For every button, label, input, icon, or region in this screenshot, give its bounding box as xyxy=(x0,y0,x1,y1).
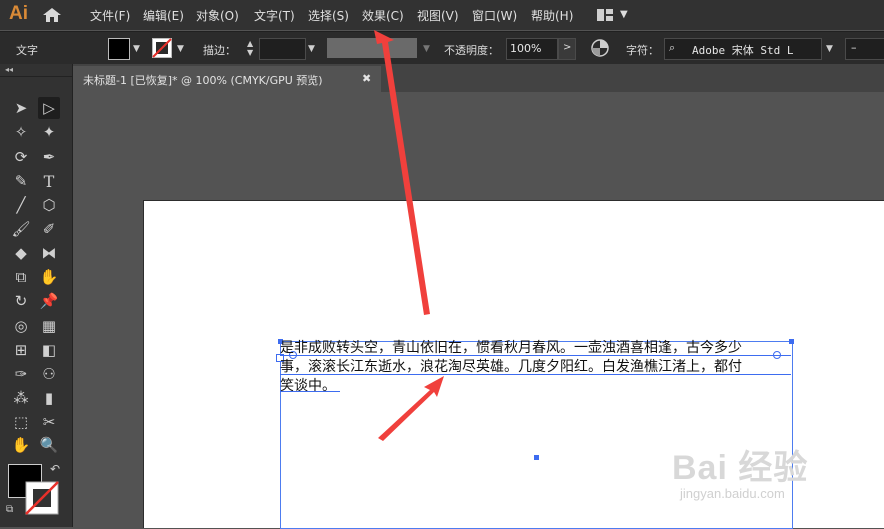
direct-selection-tool-icon[interactable]: ▷ xyxy=(38,97,60,119)
stroke-weight-input[interactable] xyxy=(259,38,306,60)
tool-label: 文字 xyxy=(16,44,38,57)
blend-tool-icon[interactable]: ⚇ xyxy=(38,363,60,385)
font-family-value: Adobe 宋体 Std L xyxy=(692,44,794,57)
chevron-down-icon[interactable]: ▼ xyxy=(308,44,315,54)
text-baseline xyxy=(280,355,791,356)
watermark-logo: Bai 经验 xyxy=(672,449,809,487)
close-icon[interactable]: ✖ xyxy=(362,72,371,85)
stroke-color-box-icon[interactable] xyxy=(25,481,59,515)
fill-swatch[interactable] xyxy=(108,38,130,60)
opacity-value: 100% xyxy=(510,42,542,55)
eyedropper-tool-icon[interactable]: ✑ xyxy=(10,363,32,385)
chevron-right-icon: > xyxy=(563,42,572,53)
opacity-label: 不透明度： xyxy=(444,44,499,57)
zoom-tool-icon[interactable]: 🔍 xyxy=(38,434,60,456)
pen-tool-icon[interactable]: ✒ xyxy=(38,146,60,168)
text-baseline xyxy=(280,391,340,392)
swap-colors-icon[interactable]: ↶ xyxy=(50,462,60,476)
artboard-tool-icon[interactable]: ⬚ xyxy=(10,411,32,433)
slice-tool-icon[interactable]: ✂ xyxy=(38,411,60,433)
menu-file[interactable]: 文件(F) xyxy=(90,7,130,24)
chevron-down-icon[interactable]: ▼ xyxy=(423,44,430,54)
menu-help[interactable]: 帮助(H) xyxy=(531,7,573,24)
paintbrush-tool-icon[interactable]: 🖌 xyxy=(10,218,32,240)
hand-tool-icon[interactable]: ✋ xyxy=(10,434,32,456)
stroke-label: 描边： xyxy=(203,44,236,57)
reflect-tool-icon[interactable]: ⧓ xyxy=(38,242,60,264)
chevron-down-icon[interactable]: ▼ xyxy=(177,44,184,54)
column-graph-icon[interactable]: ▮ xyxy=(38,387,60,409)
blob-brush-icon[interactable]: ✐ xyxy=(38,218,60,240)
lasso-wand-icon[interactable]: ✦ xyxy=(38,121,60,143)
menu-object[interactable]: 对象(O) xyxy=(196,7,239,24)
curvature-tool-icon[interactable]: ✎ xyxy=(10,170,32,192)
panel-divider xyxy=(0,76,72,77)
text-baseline xyxy=(280,374,791,375)
perspective-grid-icon[interactable]: ▦ xyxy=(38,315,60,337)
menu-bar: Ai 文件(F) 编辑(E) 对象(O) 文字(T) 选择(S) 效果(C) 视… xyxy=(0,0,884,30)
shaper-tool-icon[interactable]: ◆ xyxy=(10,242,32,264)
character-label: 字符： xyxy=(626,44,659,57)
chevron-down-icon[interactable]: ▼ xyxy=(133,44,140,54)
default-colors-icon[interactable]: ⧉ xyxy=(6,504,13,515)
document-tab-title: 未标题-1 [已恢复]* @ 100% (CMYK/GPU 预览) xyxy=(83,74,323,87)
polygon-tool-icon[interactable]: ⬡ xyxy=(38,194,60,216)
gradient-tool-icon[interactable]: ◧ xyxy=(38,339,60,361)
scale-tool-icon[interactable]: ⧉ xyxy=(10,266,32,288)
home-icon[interactable] xyxy=(42,7,62,23)
mesh-tool-icon[interactable]: ⊞ xyxy=(10,339,32,361)
text-line: 笑谈中。 xyxy=(280,378,336,394)
watermark-url: jingyan.baidu.com xyxy=(680,486,785,501)
opacity-arrow-button[interactable]: > xyxy=(558,38,576,60)
text-frame-content[interactable]: 是非成败转头空，青山依旧在，惯看秋月春风。一壶浊酒喜相逢，古今多少 事，滚滚长江… xyxy=(280,339,792,396)
menu-type[interactable]: 文字(T) xyxy=(254,7,295,24)
warp-tool-icon[interactable]: ✋ xyxy=(38,266,60,288)
magic-wand-icon[interactable]: ✧ xyxy=(10,121,32,143)
document-tab[interactable]: 未标题-1 [已恢复]* @ 100% (CMYK/GPU 预览) ✖ xyxy=(73,66,381,92)
menu-window[interactable]: 窗口(W) xyxy=(472,7,517,24)
control-bar: 文字 ▼ ▼ 描边： ▲ ▼ ▼ ▼ 不透明度： 100% > 字符： ⌕ Ado… xyxy=(0,31,884,66)
puppet-warp-icon[interactable]: 📌 xyxy=(38,290,60,312)
symbol-sprayer-icon[interactable]: ⁂ xyxy=(10,387,32,409)
selection-tool-icon[interactable]: ➤ xyxy=(10,97,32,119)
lasso-tool-icon[interactable]: ⟳ xyxy=(10,146,32,168)
shape-builder-icon[interactable]: ◎ xyxy=(10,315,32,337)
search-icon: ⌕ xyxy=(669,41,676,54)
app-logo: Ai xyxy=(9,3,28,24)
menu-edit[interactable]: 编辑(E) xyxy=(143,7,184,24)
watermark: Bai 经验 jingyan.baidu.com xyxy=(672,440,852,510)
variable-width-profile[interactable] xyxy=(327,38,417,58)
type-tool-icon[interactable]: T xyxy=(38,170,60,192)
rotate-tool-icon[interactable]: ↻ xyxy=(10,290,32,312)
font-style-dropdown[interactable]: – xyxy=(845,38,884,60)
menu-effect[interactable]: 效果(C) xyxy=(362,7,404,24)
menu-select[interactable]: 选择(S) xyxy=(308,7,349,24)
chevron-down-icon[interactable]: ▼ xyxy=(620,9,628,20)
line-tool-icon[interactable]: ╱ xyxy=(10,194,32,216)
text-frame-center-point[interactable] xyxy=(534,455,539,460)
stroke-swatch-icon[interactable] xyxy=(152,38,172,58)
font-style-value: – xyxy=(851,41,857,54)
panel-collapse-icon[interactable]: ◂◂ xyxy=(5,65,13,74)
workspace-switcher-icon[interactable] xyxy=(597,9,613,21)
stroke-stepper-icon[interactable]: ▲ ▼ xyxy=(247,39,253,57)
tools-panel: ◂◂ ➤ ▷ ✧ ✦ ⟳ ✒ ✎ T ╱ ⬡ 🖌 ✐ ◆ ⧓ ⧉ ✋ ↻ 📌 ◎… xyxy=(0,64,73,527)
recolor-artwork-icon[interactable] xyxy=(591,39,609,57)
opacity-input[interactable]: 100% xyxy=(506,38,558,60)
menu-view[interactable]: 视图(V) xyxy=(417,7,459,24)
font-family-dropdown[interactable]: ⌕ Adobe 宋体 Std L xyxy=(664,38,822,60)
chevron-down-icon[interactable]: ▼ xyxy=(826,44,833,54)
